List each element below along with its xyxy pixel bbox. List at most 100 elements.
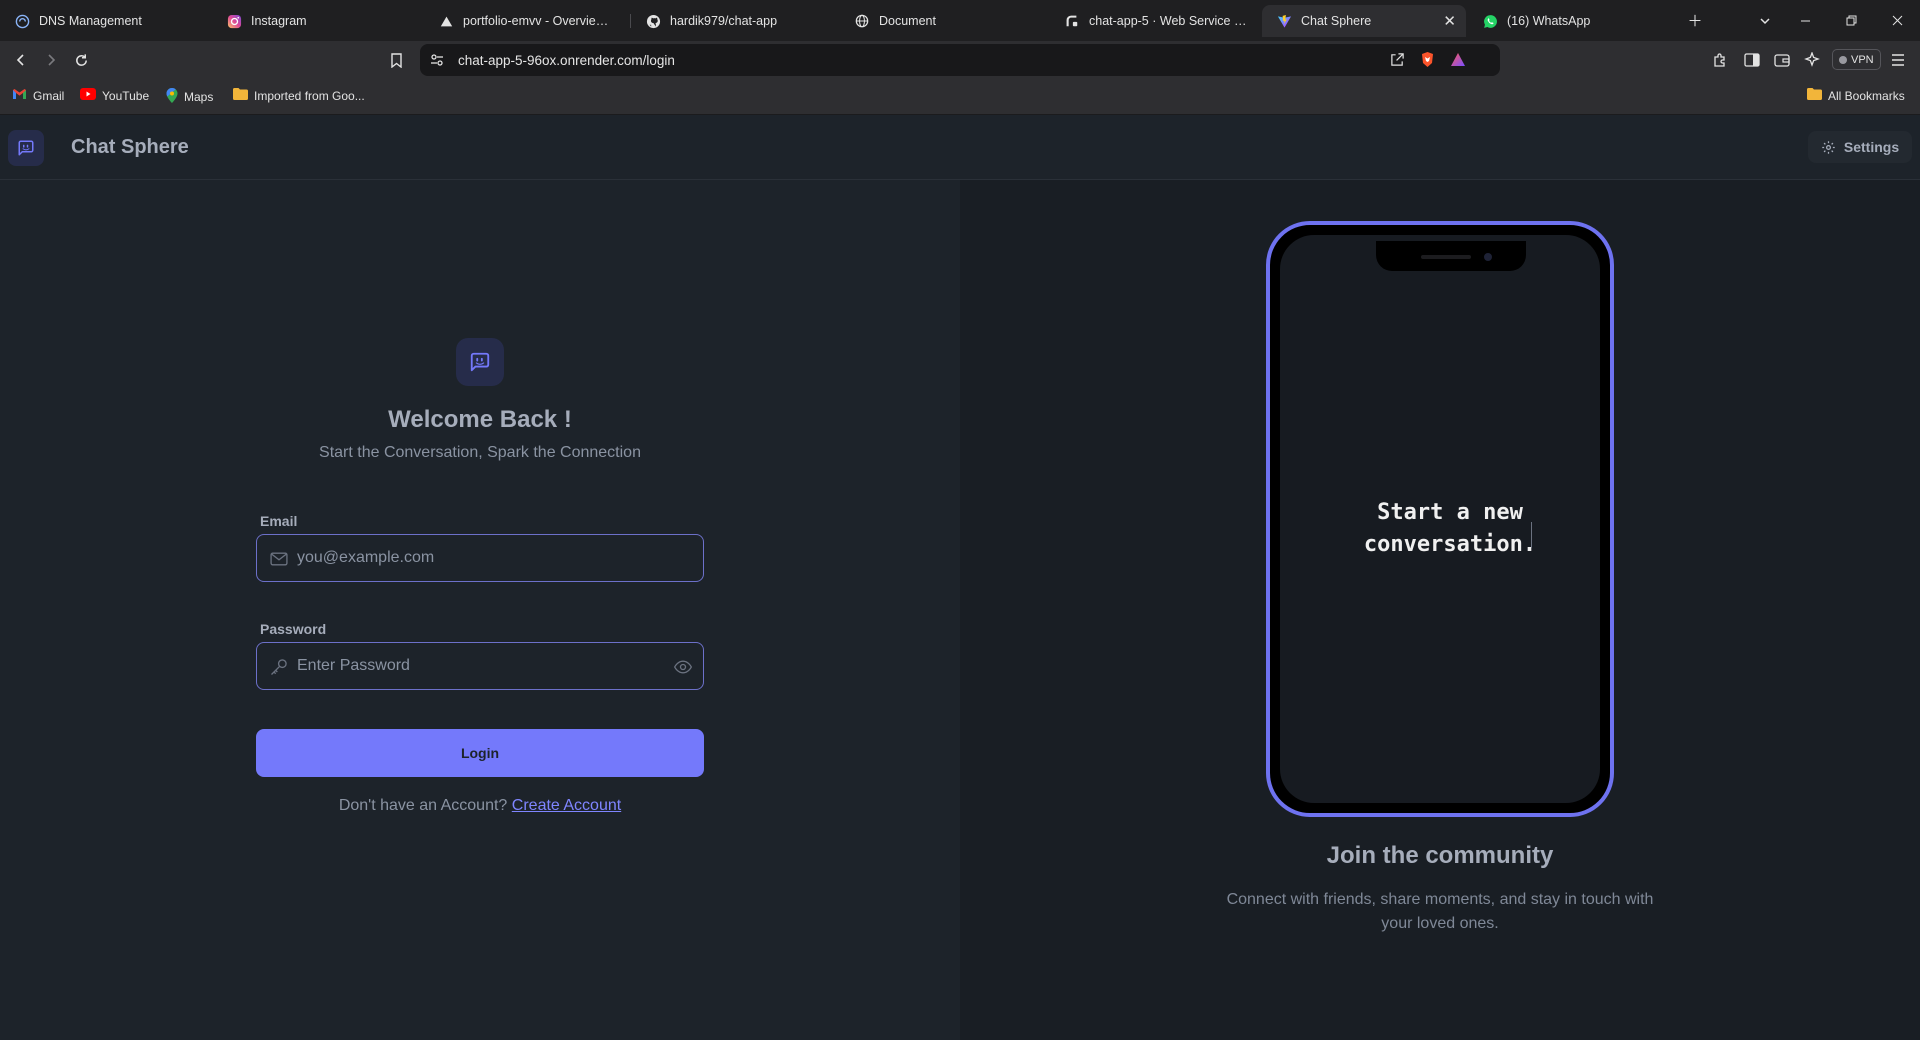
- tab-chat-sphere[interactable]: Chat Sphere ✕: [1262, 5, 1466, 37]
- forward-icon[interactable]: [40, 49, 62, 71]
- browser-toolbar: chat-app-5-96ox.onrender.com/login VPN: [0, 41, 1920, 78]
- app-header: Chat Sphere Settings: [0, 115, 1920, 180]
- close-window-icon[interactable]: [1874, 0, 1920, 41]
- join-community-title: Join the community: [1326, 842, 1554, 869]
- vpn-status-icon: [1839, 55, 1847, 64]
- password-field[interactable]: Enter Password: [256, 642, 704, 690]
- reload-icon[interactable]: [70, 49, 92, 71]
- bookmark-label: Maps: [184, 90, 214, 104]
- create-account-link[interactable]: Create Account: [512, 797, 621, 814]
- folder-icon: [233, 88, 248, 103]
- globe-icon: [854, 13, 870, 29]
- brave-shield-icon[interactable]: [1420, 51, 1435, 73]
- all-bookmarks-folder[interactable]: All Bookmarks: [1807, 88, 1905, 103]
- folder-icon: [1807, 88, 1822, 103]
- app-brand-name[interactable]: Chat Sphere: [71, 136, 189, 159]
- join-text-line1: Connect with friends, share moments, and…: [1226, 891, 1654, 908]
- tab-instagram[interactable]: Instagram: [212, 5, 422, 37]
- join-community-text: Connect with friends, share moments, and…: [1220, 888, 1660, 936]
- eye-icon[interactable]: [673, 657, 693, 677]
- typing-text: Start a new conversation.: [1280, 497, 1620, 561]
- gear-icon: [1822, 140, 1835, 154]
- close-tab-icon[interactable]: ✕: [1435, 12, 1456, 30]
- phone-mockup: Start a new conversation.: [1266, 221, 1614, 817]
- vercel-icon: [438, 13, 454, 29]
- settings-label: Settings: [1843, 139, 1900, 155]
- brave-rewards-icon[interactable]: [1450, 52, 1466, 72]
- password-label: Password: [260, 621, 327, 637]
- email-label: Email: [260, 513, 298, 529]
- message-square-icon: [470, 352, 490, 372]
- minimize-icon[interactable]: [1782, 0, 1828, 41]
- join-text-line2: your loved ones.: [1381, 915, 1499, 932]
- vpn-button[interactable]: VPN: [1832, 49, 1881, 70]
- leo-ai-icon[interactable]: [1802, 50, 1822, 70]
- tab-label: portfolio-emvv - Overview – V: [463, 14, 614, 28]
- tab-whatsapp[interactable]: (16) WhatsApp: [1468, 5, 1678, 37]
- tab-label: Instagram: [251, 14, 307, 28]
- key-icon: [271, 659, 287, 675]
- whatsapp-icon: [1482, 13, 1498, 29]
- github-icon: [645, 13, 661, 29]
- extensions-icon[interactable]: [1710, 50, 1730, 70]
- tab-dns-management[interactable]: DNS Management: [0, 5, 210, 37]
- welcome-subtitle: Start the Conversation, Spark the Connec…: [319, 444, 641, 461]
- share-icon[interactable]: [1390, 52, 1405, 72]
- mail-icon: [270, 552, 288, 566]
- instagram-icon: [226, 13, 242, 29]
- new-tab-icon[interactable]: ＋: [1672, 0, 1718, 41]
- browser-tab-bar: DNS Management Instagram portfolio-emvv …: [0, 0, 1920, 41]
- phone-screen: Start a new conversation.: [1280, 235, 1600, 803]
- gmail-icon: [12, 88, 27, 103]
- bookmarks-bar: Gmail YouTube Maps Imported from Goo... …: [0, 78, 1920, 115]
- signup-prompt: Don't have an Account? Create Account: [256, 797, 704, 815]
- tab-label: hardik979/chat-app: [670, 14, 778, 28]
- login-button[interactable]: Login: [256, 729, 704, 777]
- form-logo: [456, 338, 504, 386]
- bookmark-youtube[interactable]: YouTube: [80, 88, 149, 103]
- phone-notch: [1376, 241, 1526, 271]
- maps-icon: [166, 87, 178, 106]
- tab-render-service[interactable]: chat-app-5 · Web Service · Re: [1050, 5, 1258, 37]
- tab-label: DNS Management: [39, 14, 142, 28]
- address-bar[interactable]: chat-app-5-96ox.onrender.com/login: [420, 44, 1500, 76]
- welcome-title: Welcome Back !: [388, 406, 572, 433]
- typing-caret: [1531, 522, 1532, 548]
- bookmark-gmail[interactable]: Gmail: [12, 88, 64, 103]
- vpn-label: VPN: [1851, 53, 1874, 66]
- phone-camera: [1484, 253, 1492, 261]
- phone-speaker: [1421, 255, 1471, 259]
- bookmark-label: Imported from Goo...: [254, 88, 365, 103]
- settings-button[interactable]: Settings: [1808, 131, 1912, 163]
- tab-label: chat-app-5 · Web Service · Re: [1089, 14, 1248, 28]
- email-field[interactable]: you@example.com: [256, 534, 704, 582]
- password-placeholder: Enter Password: [297, 657, 410, 674]
- tab-github[interactable]: hardik979/chat-app: [631, 5, 839, 37]
- back-icon[interactable]: [10, 49, 32, 71]
- bookmark-label: All Bookmarks: [1828, 88, 1905, 103]
- typing-text-line2: conversation.: [1363, 532, 1537, 557]
- bookmark-imported-folder[interactable]: Imported from Goo...: [233, 88, 365, 103]
- sidebar-icon[interactable]: [1742, 50, 1762, 70]
- url-text: chat-app-5-96ox.onrender.com/login: [458, 53, 675, 68]
- menu-icon[interactable]: [1888, 50, 1908, 70]
- vite-icon: [1276, 13, 1292, 29]
- app-logo[interactable]: [8, 130, 44, 166]
- tab-label: (16) WhatsApp: [1507, 14, 1591, 28]
- message-square-icon: [18, 140, 34, 156]
- youtube-icon: [80, 88, 96, 103]
- tab-label: Document: [879, 14, 936, 28]
- tab-document[interactable]: Document: [840, 5, 1048, 37]
- restore-icon[interactable]: [1828, 0, 1874, 41]
- bookmark-label: YouTube: [102, 88, 150, 103]
- site-info-icon[interactable]: [430, 53, 444, 72]
- wallet-icon[interactable]: [1772, 50, 1792, 70]
- bookmark-label: Gmail: [33, 88, 65, 103]
- dns-icon: [14, 13, 30, 29]
- no-account-text: Don't have an Account?: [338, 797, 508, 814]
- typing-text-line1: Start a new: [1377, 500, 1523, 525]
- render-icon: [1064, 13, 1080, 29]
- bookmark-maps[interactable]: Maps: [166, 87, 214, 106]
- bookmark-icon[interactable]: [385, 49, 407, 71]
- tab-portfolio-vercel[interactable]: portfolio-emvv - Overview – V: [424, 5, 624, 37]
